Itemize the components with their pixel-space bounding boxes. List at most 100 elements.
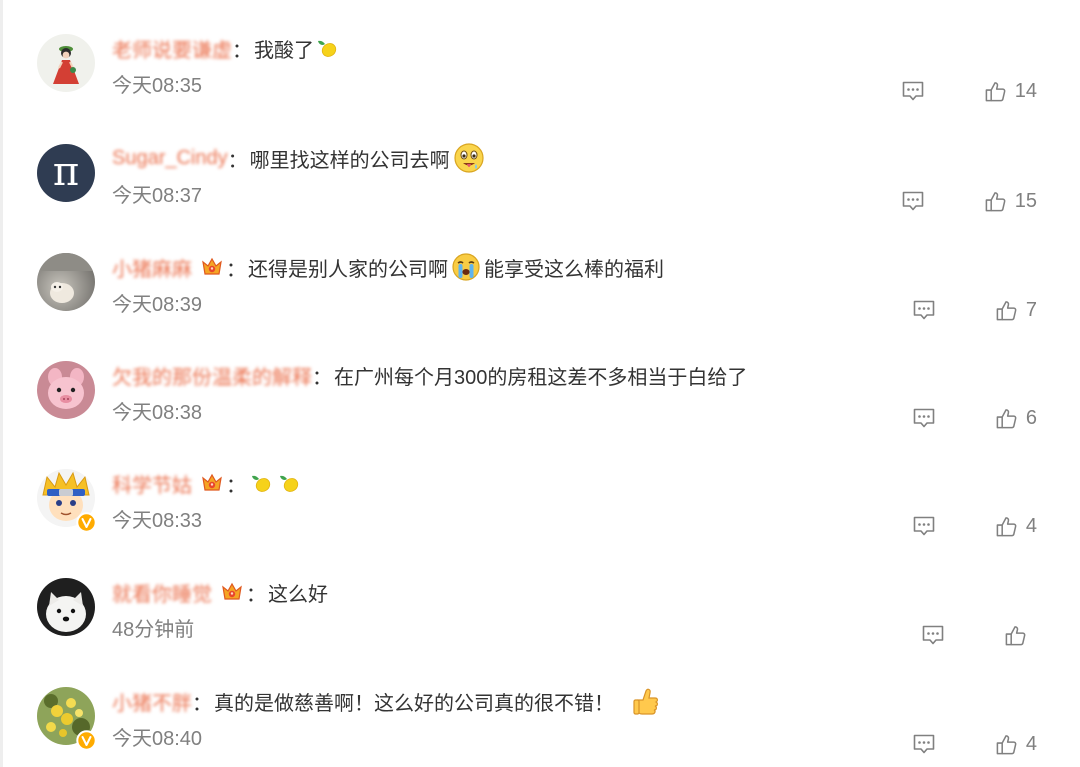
comment-time: 今天08:40 — [112, 728, 203, 750]
comment-item: 小猪麻麻 ：还得是别人家的公司啊 能享受这么棒的福利今天08:39 7 — [0, 227, 1080, 327]
name-separator: ： — [246, 583, 266, 606]
lemon-icon — [317, 37, 339, 59]
comment-icon — [912, 515, 936, 537]
thumb-up-icon — [1004, 624, 1027, 647]
username[interactable]: 科学节姑 — [112, 469, 192, 498]
like-button[interactable]: 14 — [984, 80, 1037, 103]
comment-item: π Sugar_Cindy：哪里找这样的公司去啊今天08:37 15 — [0, 118, 1080, 218]
user-avatar[interactable] — [37, 34, 95, 92]
comment-time: 48分钟前 — [112, 619, 195, 641]
comment-text: 在广州每个月300的房租这差不多相当于白给了 — [334, 366, 748, 389]
thumb-up-icon — [984, 190, 1007, 213]
comment-item: 欠我的那份温柔的解释：在广州每个月300的房租这差不多相当于白给了 今天08:38… — [0, 335, 1080, 435]
comment-line: 小猪麻麻 ：还得是别人家的公司啊 能享受这么棒的福利 — [112, 253, 664, 281]
drooling-face-icon — [453, 142, 485, 174]
like-count: 15 — [1014, 190, 1037, 212]
username[interactable]: 小猪不胖 — [112, 687, 192, 716]
reply-button[interactable] — [901, 80, 925, 102]
name-separator: ： — [232, 39, 252, 62]
name-separator: ： — [192, 692, 212, 715]
reply-button[interactable] — [912, 407, 936, 429]
like-count: 4 — [1025, 515, 1037, 537]
comment-line: 老师说要谦虚：我酸了 — [112, 37, 342, 62]
like-button[interactable] — [1004, 624, 1027, 647]
comment-icon — [912, 733, 936, 755]
thumbs-up-emoji-icon — [632, 686, 660, 716]
like-count: 14 — [1014, 80, 1037, 102]
like-button[interactable]: 4 — [995, 515, 1037, 538]
name-separator: ： — [226, 258, 246, 281]
like-count: 4 — [1025, 733, 1037, 755]
comment-item: 就看你睡觉 ：这么好 48分钟前 — [0, 552, 1080, 652]
comment-actions: 14 — [901, 80, 1037, 102]
like-button[interactable]: 6 — [995, 407, 1037, 430]
crying-face-icon — [451, 252, 481, 282]
lemon-icon — [251, 472, 273, 494]
comment-line: Sugar_Cindy：哪里找这样的公司去啊 — [112, 143, 488, 173]
user-avatar[interactable] — [37, 253, 95, 311]
name-separator: ： — [312, 366, 332, 389]
comment-item: 科学节姑 ： 今天08:33 4 — [0, 443, 1080, 543]
comment-text: 哪里找这样的公司去啊 — [249, 149, 450, 172]
reply-button[interactable] — [912, 299, 936, 321]
name-separator: ： — [227, 149, 248, 172]
user-avatar[interactable]: π — [37, 144, 95, 202]
comment-icon — [912, 299, 936, 321]
username[interactable]: 欠我的那份温柔的解释 — [112, 361, 312, 390]
comment-time: 今天08:33 — [112, 510, 203, 532]
thumb-up-icon — [995, 733, 1018, 756]
fan-crown-badge-icon[interactable] — [200, 472, 224, 494]
thumb-up-icon — [995, 407, 1018, 430]
comment-icon — [912, 407, 936, 429]
reply-button[interactable] — [901, 190, 925, 212]
verified-badge-icon — [76, 730, 97, 751]
comment-item: 小猪不胖：真的是做慈善啊！这么好的公司真的很不错！ 今天08:40 4 — [0, 661, 1080, 761]
comment-actions: 15 — [901, 190, 1037, 212]
fan-crown-badge-icon[interactable] — [220, 581, 244, 603]
comment-text: 真的是做慈善啊！这么好的公司真的很不错！ — [214, 692, 614, 715]
comment-time: 今天08:38 — [112, 402, 203, 424]
username[interactable]: 老师说要谦虚 — [112, 34, 232, 63]
name-separator: ： — [226, 474, 246, 497]
comment-list: 老师说要谦虚：我酸了 今天08:35 14 π Sugar_Cindy：哪里找这样的公司… — [0, 0, 1080, 767]
comment-text: 能享受这么棒的福利 — [484, 258, 664, 281]
comment-actions: 7 — [912, 299, 1037, 321]
username[interactable]: Sugar_Cindy — [112, 147, 228, 170]
like-button[interactable]: 7 — [995, 299, 1037, 322]
verified-badge-icon — [76, 512, 97, 533]
comment-time: 今天08:39 — [112, 294, 203, 316]
username[interactable]: 就看你睡觉 — [112, 578, 212, 607]
comment-actions: 4 — [912, 515, 1037, 537]
avatar-glyph: π — [52, 149, 80, 195]
comment-text: 这么好 — [268, 583, 328, 606]
like-count: 7 — [1025, 299, 1037, 321]
comment-line: 小猪不胖：真的是做慈善啊！这么好的公司真的很不错！ — [112, 688, 663, 715]
comment-line: 欠我的那份温柔的解释：在广州每个月300的房租这差不多相当于白给了 — [112, 364, 747, 389]
comment-item: 老师说要谦虚：我酸了 今天08:35 14 — [0, 8, 1080, 108]
username[interactable]: 小猪麻麻 — [112, 253, 192, 282]
fan-crown-badge-icon[interactable] — [200, 256, 224, 278]
comment-icon — [901, 80, 925, 102]
comment-text: 还得是别人家的公司啊 — [248, 258, 448, 281]
comment-icon — [921, 624, 945, 646]
comment-actions — [921, 624, 1027, 646]
user-avatar[interactable] — [37, 578, 95, 636]
comment-actions: 4 — [912, 733, 1037, 755]
comment-line: 就看你睡觉 ：这么好 — [112, 581, 328, 606]
like-count: 6 — [1025, 407, 1037, 429]
like-button[interactable]: 4 — [995, 733, 1037, 756]
thumb-up-icon — [995, 515, 1018, 538]
comment-line: 科学节姑 ： — [112, 472, 304, 497]
user-avatar[interactable] — [37, 361, 95, 419]
comment-actions: 6 — [912, 407, 1037, 429]
like-button[interactable]: 15 — [984, 190, 1037, 213]
comment-text: 我酸了 — [254, 39, 314, 62]
reply-button[interactable] — [921, 624, 945, 646]
thumb-up-icon — [995, 299, 1018, 322]
comment-time: 今天08:35 — [112, 75, 203, 97]
reply-button[interactable] — [912, 515, 936, 537]
lemon-icon — [279, 472, 301, 494]
thumb-up-icon — [984, 80, 1007, 103]
comment-time: 今天08:37 — [112, 185, 203, 207]
reply-button[interactable] — [912, 733, 936, 755]
